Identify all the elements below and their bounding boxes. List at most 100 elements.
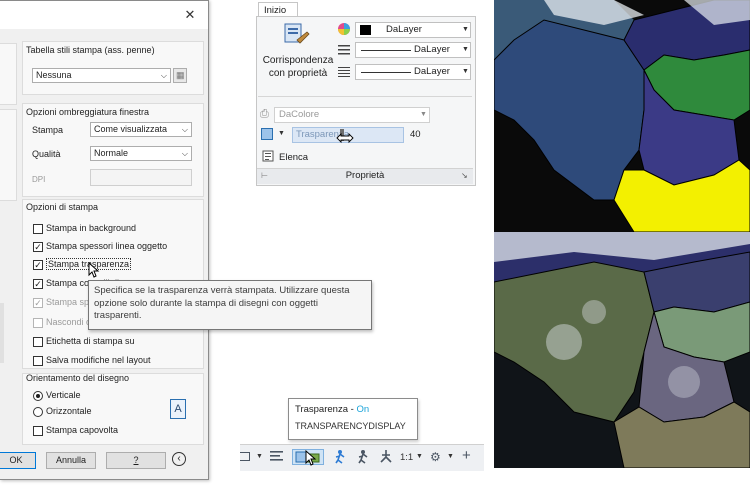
list-button[interactable]: Elenca [279, 152, 308, 163]
tooltip-state: On [356, 404, 370, 415]
color-swatch [360, 25, 371, 35]
gear-icon[interactable]: ⚙ [430, 444, 441, 470]
selection-cycling-icon[interactable] [240, 452, 250, 461]
cursor-icon [305, 450, 317, 466]
option-checkbox[interactable]: ✓ [33, 242, 43, 252]
option-checkbox[interactable]: ✓ [33, 298, 43, 308]
linetype-preview [361, 50, 411, 51]
resize-cursor-icon [336, 132, 354, 144]
printer-icon: ⎙ [260, 108, 269, 120]
color-wheel-icon [337, 22, 351, 36]
satellite-overlay-image [494, 232, 750, 468]
quality-select[interactable]: Normale ⌵ [90, 146, 192, 161]
tooltip-command: TRANSPARENCYDISPLAY [295, 421, 406, 431]
left-panel-fragment [0, 109, 17, 201]
chevron-down-icon: ⌵ [181, 125, 188, 134]
tooltip-title: Trasparenza [295, 404, 348, 415]
quality-value: Normale [94, 148, 129, 158]
plus-icon[interactable]: + [462, 443, 471, 469]
print-options-title: Opzioni di stampa [26, 202, 99, 212]
more-options-icon[interactable]: ‹ [172, 452, 186, 466]
dropdown-arrow-icon[interactable]: ▼ [256, 453, 263, 460]
dropdown-arrow-icon: ▼ [420, 111, 427, 118]
divider [258, 96, 472, 97]
linetype-value: DaLayer [414, 44, 450, 55]
color-value: DaLayer [386, 24, 422, 35]
dialog-titlebar [0, 1, 208, 29]
statusbar-tooltip-title: Trasparenza - On [295, 403, 411, 417]
tab-inizio-label: Inizio [264, 5, 287, 16]
option-checkbox[interactable] [33, 356, 43, 366]
horizontal-label: Orizzontale [46, 406, 92, 416]
left-panel-fragment [0, 303, 4, 363]
close-icon[interactable]: ✕ [184, 8, 196, 21]
cancel-button[interactable]: Annulla [46, 452, 96, 469]
match-properties-icon[interactable] [284, 22, 310, 48]
linetype-icon [337, 44, 351, 56]
qualita-label: Qualità [32, 149, 61, 159]
pen-table-title: Tabella stili stampa (ass. penne) [26, 45, 155, 55]
list-icon [262, 150, 274, 162]
transparency-value[interactable]: 40 [410, 129, 421, 140]
dropdown-arrow-icon[interactable]: ▼ [416, 453, 423, 460]
shading-title: Opzioni ombreggiatura finestra [26, 107, 150, 117]
orientation-title: Orientamento del disegno [26, 373, 130, 383]
vertical-label: Verticale [46, 390, 81, 400]
dropdown-arrow-icon: ▼ [462, 26, 469, 33]
dpi-label: DPI [32, 175, 46, 184]
horizontal-radio[interactable] [33, 407, 43, 417]
cursor-icon [88, 262, 100, 278]
paper-orientation-icon: A [170, 399, 186, 419]
dropdown-arrow-icon: ▼ [462, 46, 469, 53]
vertical-radio[interactable] [33, 391, 43, 401]
lineweight-toggle-icon[interactable] [270, 450, 284, 462]
transparency-icon[interactable] [261, 128, 273, 140]
lineweight-combo[interactable]: DaLayer ▼ [355, 64, 471, 80]
ok-button[interactable]: OK [0, 452, 36, 469]
annotation-scale-icon[interactable] [378, 448, 394, 464]
match-properties-label[interactable]: Corrispondenza con proprietà [262, 54, 334, 80]
stampa-label: Stampa [32, 125, 64, 135]
table-edit-icon: ▦ [176, 70, 185, 80]
option-checkbox[interactable] [33, 337, 43, 347]
plot-style-value: DaColore [279, 109, 320, 120]
option-checkbox[interactable] [33, 224, 43, 234]
option-label: Stampa spessori linea oggetto [46, 241, 168, 251]
option-label: Stampa in background [46, 223, 137, 233]
match-properties-line2: con proprietà [268, 68, 328, 79]
lineweight-value: DaLayer [414, 66, 450, 77]
upside-down-label: Stampa capovolta [46, 425, 119, 435]
panel-title: Proprietà [345, 170, 385, 181]
annotation-scale-value[interactable]: 1:1 [400, 452, 413, 463]
edit-pen-table-button[interactable]: ▦ [173, 68, 187, 83]
option-checkbox[interactable]: ✓ [33, 260, 43, 270]
option-checkbox[interactable]: ✓ [33, 279, 43, 289]
transparency-tooltip: Specifica se la trasparenza verrà stampa… [88, 280, 372, 330]
statusbar-tooltip: Trasparenza - On TRANSPARENCYDISPLAY [288, 398, 418, 440]
plot-dialog: ✕ Tabella stili stampa (ass. penne) Ness… [0, 0, 209, 480]
chevron-down-icon: ⌵ [181, 149, 188, 158]
shade-plot-value: Come visualizzata [94, 124, 168, 134]
panel-title-bar: ⊢ Proprietà ↘ [257, 168, 473, 184]
dialog-launcher-icon[interactable]: ↘ [461, 169, 468, 182]
option-label: Etichetta di stampa su [46, 336, 135, 346]
dropdown-arrow-icon: ▼ [462, 68, 469, 75]
pen-table-value: Nessuna [36, 70, 72, 80]
dropdown-arrow-icon[interactable]: ▼ [447, 453, 454, 460]
upside-down-checkbox[interactable] [33, 426, 43, 436]
auto-scale-icon[interactable] [356, 448, 372, 464]
plot-style-combo[interactable]: DaColore ▼ [274, 107, 430, 123]
option-checkbox[interactable] [33, 318, 43, 328]
annotation-visibility-icon[interactable] [334, 448, 350, 464]
option-label: Salva modifiche nel layout [46, 355, 151, 365]
lineweight-icon [337, 66, 351, 78]
pen-table-select[interactable]: Nessuna ⌵ [32, 68, 171, 83]
color-combo[interactable]: DaLayer ▼ [355, 22, 471, 38]
map-regions-image [494, 0, 750, 232]
linetype-combo[interactable]: DaLayer ▼ [355, 42, 471, 58]
shade-plot-select[interactable]: Come visualizzata ⌵ [90, 122, 192, 137]
pin-icon[interactable]: ⊢ [261, 169, 268, 182]
dpi-input[interactable] [90, 169, 192, 186]
dropdown-arrow-icon[interactable]: ▼ [278, 130, 285, 137]
help-button[interactable]: ? [106, 452, 166, 469]
